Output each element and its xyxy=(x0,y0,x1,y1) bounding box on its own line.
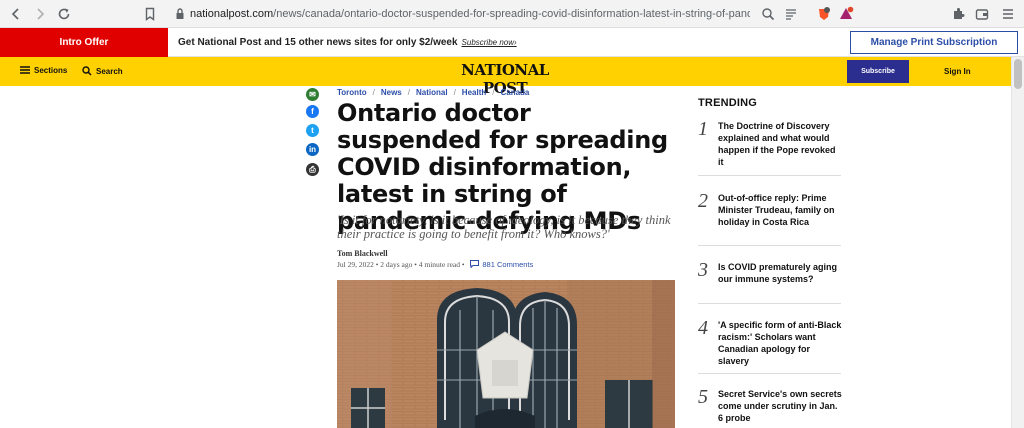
breadcrumb-item[interactable]: Toronto xyxy=(337,88,367,97)
trending-number: 2 xyxy=(698,190,708,212)
article-deck: 'Is it for notoriety, is it because of i… xyxy=(337,213,671,241)
breadcrumb-item[interactable]: News xyxy=(381,88,402,97)
extensions-icon[interactable] xyxy=(950,6,966,22)
subscribe-now-link[interactable]: Subscribe now› xyxy=(462,38,517,47)
bookmark-icon[interactable] xyxy=(142,6,158,22)
manage-print-subscription-button[interactable]: Manage Print Subscription xyxy=(850,31,1018,54)
breadcrumb-item[interactable]: Canada xyxy=(500,88,529,97)
intro-offer-button[interactable]: Intro Offer xyxy=(0,28,168,57)
trending-heading: TRENDING xyxy=(698,97,758,109)
browser-toolbar: nationalpost.com/news/canada/ontario-doc… xyxy=(0,0,1024,28)
author-name[interactable]: Tom Blackwell xyxy=(337,249,388,258)
reader-icon[interactable] xyxy=(783,6,799,22)
menu-icon[interactable] xyxy=(1000,6,1016,22)
sections-menu[interactable]: Sections xyxy=(20,66,67,75)
wallet-icon[interactable] xyxy=(974,6,990,22)
breadcrumb-item[interactable]: National xyxy=(416,88,448,97)
hamburger-icon xyxy=(20,66,30,74)
search-icon xyxy=(82,66,92,76)
linkedin-icon[interactable]: in xyxy=(306,143,319,156)
brave-icon[interactable] xyxy=(816,6,832,22)
divider xyxy=(698,303,841,304)
comments-link[interactable]: 881 Comments xyxy=(470,260,533,269)
trending-headline[interactable]: Is COVID prematurely aging our immune sy… xyxy=(718,261,842,285)
trending-number: 3 xyxy=(698,259,708,281)
forward-icon[interactable] xyxy=(32,6,48,22)
trending-headline[interactable]: 'A specific form of anti-Black racism:' … xyxy=(718,319,842,367)
breadcrumb: Toronto / News / National / Health / Canada xyxy=(337,88,530,97)
article-hero-image xyxy=(337,280,675,428)
zoom-icon[interactable] xyxy=(760,6,776,22)
twitter-icon[interactable]: t xyxy=(306,124,319,137)
divider xyxy=(698,175,841,176)
reload-icon[interactable] xyxy=(56,6,72,22)
divider xyxy=(698,373,841,374)
breadcrumb-item[interactable]: Health xyxy=(462,88,486,97)
print-icon[interactable]: ⎙ xyxy=(306,163,319,176)
rewards-icon[interactable] xyxy=(838,6,854,22)
trending-number: 5 xyxy=(698,386,708,408)
comment-icon xyxy=(470,260,480,269)
promo-bar: Intro Offer Get National Post and 15 oth… xyxy=(0,28,1024,57)
trending-headline[interactable]: Secret Service's own secrets come under … xyxy=(718,388,842,424)
trending-number: 1 xyxy=(698,118,708,140)
scrollbar-thumb[interactable] xyxy=(1014,59,1022,89)
trending-headline[interactable]: The Doctrine of Discovery explained and … xyxy=(718,120,842,168)
divider xyxy=(698,245,841,246)
promo-message: Get National Post and 15 other news site… xyxy=(178,37,517,48)
page-scrollbar[interactable] xyxy=(1011,57,1024,428)
sign-in-link[interactable]: Sign In xyxy=(944,67,971,76)
facebook-icon[interactable]: f xyxy=(306,105,319,118)
subscribe-button[interactable]: Subscribe xyxy=(847,60,909,83)
trending-headline[interactable]: Out-of-office reply: Prime Minister Trud… xyxy=(718,192,842,228)
site-header: Sections Search NATIONAL POST Subscribe … xyxy=(0,57,1011,97)
address-bar[interactable]: nationalpost.com/news/canada/ontario-doc… xyxy=(190,8,750,20)
back-icon[interactable] xyxy=(8,6,24,22)
article-meta: Jul 29, 2022 • 2 days ago • 4 minute rea… xyxy=(337,260,534,269)
trending-number: 4 xyxy=(698,317,708,339)
email-icon[interactable]: ✉ xyxy=(306,88,319,101)
search-button[interactable]: Search xyxy=(82,66,123,76)
lock-icon[interactable] xyxy=(172,6,188,22)
